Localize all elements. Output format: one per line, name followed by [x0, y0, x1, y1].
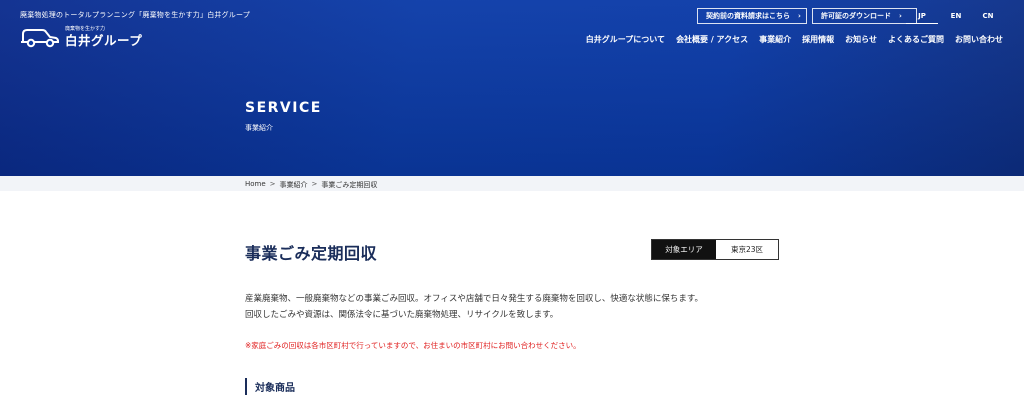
nav-item-faq[interactable]: よくあるご質問	[888, 34, 944, 45]
household-waste-note: ※家庭ごみの回収は各市区町村で行っていますので、お住まいの市区町村にお問い合わせ…	[245, 341, 581, 350]
language-cn[interactable]: CN	[972, 8, 1004, 24]
breadcrumb-service[interactable]: 事業紹介	[280, 180, 308, 190]
section-heading-target-items: 対象商品	[245, 378, 295, 395]
logo-text: 白井グループ	[65, 33, 143, 48]
breadcrumb-separator: >	[269, 180, 276, 188]
description-line-2: 回収したごみや資源は、関係法令に基づいた廃棄物処理、リサイクルを致します。	[245, 310, 559, 320]
site-logo[interactable]: 廃棄物を生かす力 白井グループ	[20, 24, 142, 50]
language-en[interactable]: EN	[940, 8, 972, 24]
nav-item-company[interactable]: 会社概要 / アクセス	[676, 34, 748, 45]
nav-item-service[interactable]: 事業紹介	[759, 34, 791, 45]
hero-banner	[0, 0, 1024, 176]
language-jp[interactable]: JP	[906, 8, 938, 24]
hero-subtitle: 事業紹介	[245, 124, 273, 132]
target-area-badge: 対象エリア 東京23区	[651, 239, 779, 260]
header-tagline: 廃棄物処理のトータルプランニング「廃棄物を生かす力」白井グループ	[20, 11, 250, 19]
permit-download-button[interactable]: 許可証のダウンロード ›	[812, 8, 917, 24]
chevron-right-icon: ›	[899, 12, 902, 20]
nav-item-recruit[interactable]: 採用情報	[802, 34, 834, 45]
nav-item-about[interactable]: 白井グループについて	[586, 34, 665, 45]
chevron-right-icon: ›	[798, 12, 801, 20]
description-line-1: 産業廃棄物、一般廃棄物などの事業ごみ回収。オフィスや店舗で日々発生する廃棄物を回…	[245, 294, 703, 304]
breadcrumb-bar	[0, 176, 1024, 191]
target-area-value: 東京23区	[730, 245, 764, 254]
logo-subtext: 廃棄物を生かす力	[65, 26, 106, 32]
document-request-button[interactable]: 契約前の資料請求はこちら ›	[697, 8, 807, 24]
document-request-label: 契約前の資料請求はこちら	[706, 12, 790, 20]
breadcrumb-separator: >	[311, 180, 318, 188]
breadcrumb-current: 事業ごみ定期回収	[321, 181, 378, 189]
hero-title: SERVICE	[245, 100, 322, 116]
breadcrumb-home[interactable]: Home	[245, 180, 266, 190]
page-title: 事業ごみ定期回収	[245, 244, 378, 263]
target-area-label: 対象エリア	[652, 240, 716, 259]
nav-item-contact[interactable]: お問い合わせ	[955, 34, 1003, 45]
truck-logo-icon	[21, 29, 59, 48]
global-nav: 白井グループについて 会社概要 / アクセス 事業紹介 採用情報 お知らせ よく…	[575, 34, 1003, 45]
permit-download-label: 許可証のダウンロード	[821, 12, 891, 20]
nav-item-news[interactable]: お知らせ	[845, 34, 877, 45]
breadcrumb: Home > 事業紹介 > 事業ごみ定期回収	[245, 180, 377, 190]
